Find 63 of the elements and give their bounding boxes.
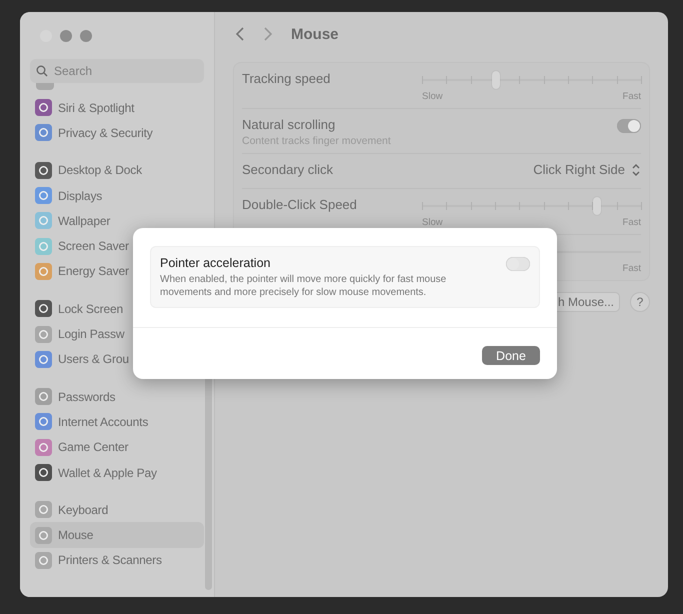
app-tile-icon: [35, 526, 52, 544]
toggle-switch[interactable]: [617, 119, 641, 133]
app-tile-icon: [35, 552, 52, 569]
slow-label: Slow: [422, 91, 443, 102]
toggle-switch[interactable]: [506, 257, 530, 271]
sidebar-item[interactable]: Siri & Spotlight: [30, 95, 204, 120]
search-field[interactable]: Search: [30, 59, 204, 83]
setting-label: Natural scrolling: [242, 117, 336, 132]
app-tile-icon: [35, 262, 52, 280]
slider-thumb[interactable]: [593, 197, 602, 215]
up-down-arrows-icon: [631, 162, 641, 176]
sidebar-item[interactable]: Mouse: [30, 522, 204, 548]
slow-label: Slow: [422, 217, 443, 228]
sidebar-item[interactable]: Passwords: [30, 384, 204, 410]
search-icon: [36, 65, 48, 77]
sidebar-item[interactable]: Wallpaper: [30, 208, 204, 234]
slider-thumb[interactable]: [492, 71, 500, 89]
search-input[interactable]: Search: [54, 64, 174, 78]
sidebar-item[interactable]: Internet Accounts: [30, 409, 204, 435]
dialog-description: When enabled, the pointer will move more quickly for fast mouse movements and more precisely for slow mouse movements.: [160, 273, 448, 299]
slider-track[interactable]: [422, 197, 641, 215]
app-tile-icon: [35, 438, 52, 456]
sidebar-item[interactable]: Users & Grou: [30, 346, 204, 372]
zoom-button[interactable]: [80, 30, 92, 42]
dialog-setting-label: Pointer acceleration: [160, 256, 272, 270]
app-tile-icon: [35, 350, 52, 368]
app-tile-icon: [35, 501, 52, 518]
app-tile-icon: [35, 464, 52, 481]
back-icon[interactable]: [235, 26, 245, 42]
app-tile-icon: [35, 326, 52, 343]
sidebar-item[interactable]: Screen Saver: [30, 233, 204, 259]
app-tile-icon: [35, 238, 52, 255]
page-title: Mouse: [291, 26, 339, 42]
minimize-button[interactable]: [60, 30, 72, 42]
forward-icon[interactable]: [263, 26, 273, 42]
app-tile-icon: [35, 162, 52, 179]
done-button[interactable]: Done: [482, 346, 540, 365]
setting-label: Double-Click Speed: [242, 197, 357, 212]
popup-button[interactable]: Click Right Side: [533, 162, 641, 177]
app-tile-icon: [35, 187, 52, 204]
sidebar-item[interactable]: Keyboard: [30, 497, 204, 522]
fast-label: Fast: [622, 263, 641, 274]
app-tile-icon: [35, 413, 52, 430]
sidebar-item[interactable]: Desktop & Dock: [30, 158, 204, 183]
sidebar-item[interactable]: Game Center: [30, 434, 204, 460]
app-tile-icon: [36, 83, 54, 90]
app-tile-icon: [35, 388, 52, 406]
app-tile-icon: [35, 300, 52, 318]
app-tile-icon: [35, 124, 52, 142]
sidebar-item[interactable]: Wallet & Apple Pay: [30, 460, 204, 486]
fast-label: Fast: [622, 217, 641, 228]
setting-label: Tracking speed: [242, 71, 330, 86]
app-tile-icon: [35, 99, 52, 116]
help-button[interactable]: ?: [630, 292, 650, 312]
setting-label: Secondary click: [242, 162, 334, 177]
fast-label: Fast: [622, 91, 641, 102]
sidebar-item[interactable]: Privacy & Security: [30, 120, 204, 146]
sidebar-item[interactable]: Lock Screen: [30, 296, 204, 322]
slider-track[interactable]: [422, 71, 641, 89]
app-tile-icon: [35, 212, 52, 230]
sidebar-item[interactable]: Printers & Scanners: [30, 548, 204, 574]
sidebar-item[interactable]: Displays: [30, 182, 204, 208]
sidebar-item[interactable]: Login Passw: [30, 321, 204, 347]
